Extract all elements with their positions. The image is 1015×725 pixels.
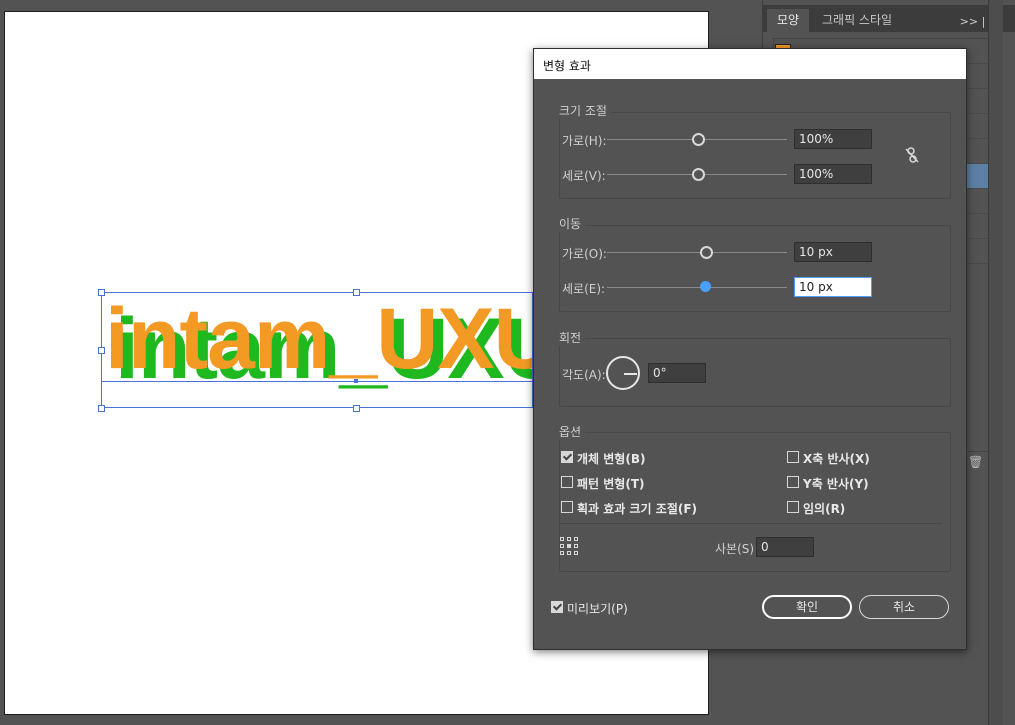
angle-label: 각도(A):: [562, 368, 606, 382]
reflect-y-checkbox[interactable]: [787, 476, 799, 488]
scale-horizontal-label: 가로(H):: [562, 134, 607, 148]
transform-objects-checkbox[interactable]: [561, 451, 573, 463]
scale-horizontal-slider-knob[interactable]: [692, 133, 705, 146]
reflect-x-label[interactable]: X축 반사(X): [803, 450, 870, 467]
scale-group-title: 크기 조절: [559, 102, 611, 119]
selection-center-point: [354, 379, 358, 383]
reflect-x-checkbox[interactable]: [787, 451, 799, 463]
selection-handle-top-center[interactable]: [353, 289, 360, 296]
scale-strokes-effects-label[interactable]: 획과 효과 크기 조절(F): [577, 500, 697, 517]
preview-label[interactable]: 미리보기(P): [567, 600, 628, 617]
random-label[interactable]: 임의(R): [803, 500, 845, 517]
move-group: [559, 225, 951, 312]
scale-strokes-effects-checkbox[interactable]: [561, 501, 573, 513]
dialog-title-bar[interactable]: 변형 효과: [534, 49, 966, 79]
constrain-proportions-link-icon[interactable]: [904, 146, 920, 164]
selection-handle-middle-left[interactable]: [98, 347, 105, 354]
move-horizontal-input[interactable]: [794, 242, 872, 262]
tab-appearance[interactable]: 모양: [767, 9, 810, 32]
move-horizontal-label: 가로(O):: [562, 247, 607, 261]
copies-label: 사본(S): [715, 542, 755, 556]
scale-vertical-slider-knob[interactable]: [692, 168, 705, 181]
move-vertical-label: 세로(E):: [562, 282, 606, 296]
scale-vertical-input[interactable]: [794, 164, 872, 184]
scale-vertical-label: 세로(V):: [562, 169, 606, 183]
panel-tab-bar: 모양 그래픽 스타일 >> | ≡: [763, 5, 1015, 32]
tab-graphic-styles[interactable]: 그래픽 스타일: [816, 9, 898, 32]
transform-objects-label[interactable]: 개체 변형(B): [577, 450, 645, 467]
scale-horizontal-input[interactable]: [794, 129, 872, 149]
ok-button[interactable]: 확인: [762, 595, 852, 619]
move-vertical-slider-knob[interactable]: [700, 281, 711, 292]
move-horizontal-slider-knob[interactable]: [700, 246, 713, 259]
dialog-title: 변형 효과: [543, 59, 591, 73]
reference-point-icon[interactable]: [560, 537, 578, 555]
angle-input[interactable]: [648, 363, 706, 383]
selection-bounding-box[interactable]: [101, 292, 533, 408]
move-group-title: 이동: [559, 215, 586, 232]
selection-handle-bottom-center[interactable]: [353, 405, 360, 412]
reflect-y-label[interactable]: Y축 반사(Y): [803, 475, 869, 492]
preview-checkbox[interactable]: [551, 601, 563, 613]
cancel-button[interactable]: 취소: [859, 595, 949, 619]
move-vertical-input[interactable]: [794, 277, 872, 297]
selection-handle-top-left[interactable]: [98, 289, 105, 296]
options-divider: [559, 523, 942, 524]
transform-patterns-label[interactable]: 패턴 변형(T): [577, 475, 645, 492]
text-baseline: [101, 381, 533, 382]
trash-icon[interactable]: 🗑: [968, 455, 983, 469]
selection-handle-bottom-left[interactable]: [98, 405, 105, 412]
copies-input[interactable]: [756, 537, 814, 557]
vertical-scrollbar[interactable]: [988, 0, 1003, 725]
angle-dial[interactable]: [606, 356, 640, 390]
move-vertical-slider[interactable]: [607, 287, 787, 288]
rotate-group-title: 회전: [559, 329, 586, 346]
random-checkbox[interactable]: [787, 501, 799, 513]
options-group-title: 옵션: [559, 423, 586, 440]
transform-patterns-checkbox[interactable]: [561, 476, 573, 488]
angle-dial-needle: [624, 373, 637, 375]
transform-effect-dialog: 변형 효과 크기 조절 가로(H): 세로(V): 이동 가로(O): 세로(E…: [533, 48, 967, 650]
move-horizontal-slider[interactable]: [607, 252, 787, 253]
scale-group: [559, 112, 951, 199]
